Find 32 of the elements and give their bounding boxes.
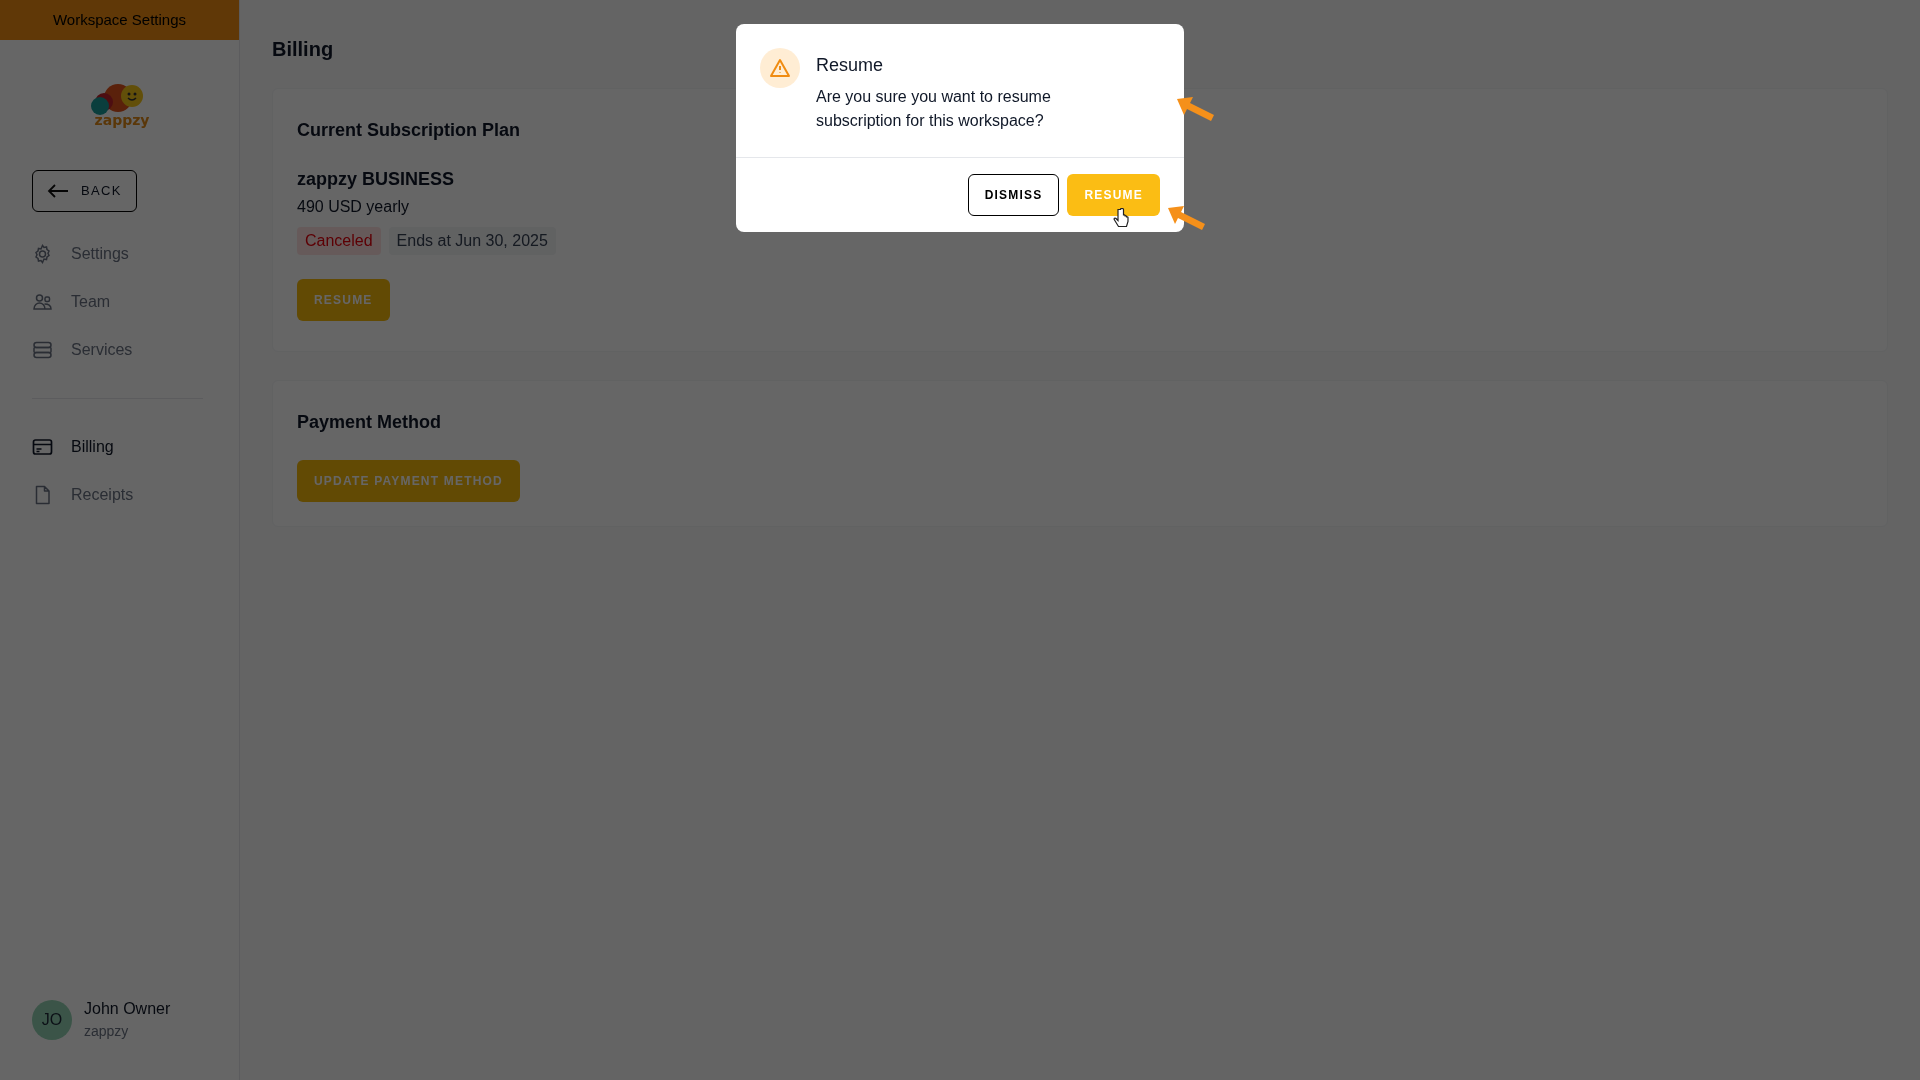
arrow-left-icon — [47, 183, 69, 199]
sidebar-header: Workspace Settings — [0, 0, 239, 40]
nav-item[interactable]: Settings — [32, 230, 207, 278]
plan-price: 490 USD yearly — [297, 197, 410, 217]
arrow-icon — [1166, 204, 1206, 232]
page-title: Billing — [272, 37, 335, 62]
card-heading: Payment Method — [297, 411, 442, 434]
plan-name: zappzy BUSINESS — [297, 168, 455, 191]
dialog-message: Are you sure you want to resume subscription for this workspace? — [816, 87, 1052, 131]
zappzy-logo: zappzy — [83, 80, 156, 128]
end-date-badge: Ends at Jun 30, 2025 — [388, 227, 556, 255]
dialog-title: Resume — [816, 54, 885, 77]
people-icon — [32, 292, 53, 312]
nav-item[interactable]: Team — [32, 278, 207, 326]
resume-button[interactable]: RESUME — [297, 279, 390, 321]
workspace-name: zappzy — [84, 1022, 130, 1041]
resume-button[interactable]: RESUME — [1067, 174, 1160, 216]
back-button[interactable]: BACK — [32, 170, 137, 212]
nav-item[interactable]: Services — [32, 326, 207, 374]
server-icon — [32, 340, 53, 360]
dismiss-button[interactable]: DISMISS — [967, 174, 1060, 216]
settings-icon — [32, 244, 53, 264]
credit-card-icon — [32, 437, 53, 457]
status-badge: Canceled — [297, 227, 381, 255]
user-avatar: JO — [32, 999, 72, 1040]
nav-item[interactable]: Receipts — [32, 471, 207, 519]
nav-item[interactable]: Billing — [32, 423, 207, 471]
card-heading: Current Subscription Plan — [297, 119, 521, 142]
arrow-icon — [1175, 95, 1215, 123]
update-payment-button[interactable]: UPDATE PAYMENT METHOD — [297, 460, 520, 502]
user-name: John Owner — [84, 999, 171, 1019]
warning-icon — [760, 48, 800, 88]
